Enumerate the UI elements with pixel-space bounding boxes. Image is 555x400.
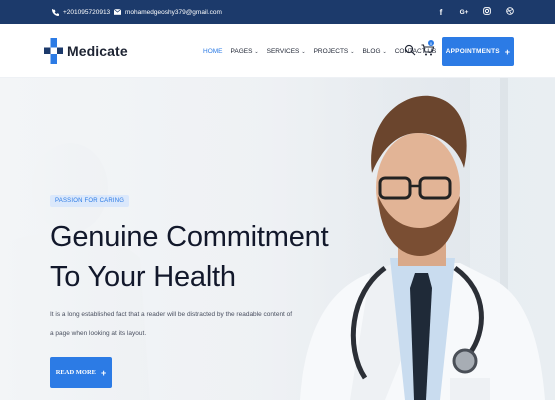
hero-description: It is a long established fact that a rea… (50, 311, 293, 337)
appointments-button[interactable]: APPOINTMENTS + (442, 37, 514, 66)
brand-logo[interactable]: Medicate (44, 38, 128, 64)
hero-title-line2: To Your Health (50, 261, 236, 293)
phone-icon (52, 8, 59, 16)
nav-label: PAGES (230, 48, 253, 55)
medical-cross-icon (44, 38, 63, 64)
cart-count-badge: 0 (428, 40, 434, 46)
read-more-button[interactable]: READ MORE + (50, 357, 112, 388)
email-contact[interactable]: mohamedgeoshy379@gmail.com (114, 0, 222, 24)
phone-number: +201095720913 (63, 8, 111, 16)
email-address: mohamedgeoshy379@gmail.com (125, 8, 222, 16)
read-more-label: READ MORE (55, 369, 96, 376)
dribbble-icon[interactable] (505, 7, 515, 17)
google-plus-icon[interactable]: G+ (459, 9, 469, 16)
social-links: f G+ (436, 0, 515, 24)
instagram-icon[interactable] (482, 7, 492, 17)
nav-label: HOME (203, 48, 223, 55)
appointments-label: APPOINTMENTS (445, 48, 500, 55)
hero-tag-badge: PASSION FOR CARING (50, 195, 130, 207)
chevron-down-icon: ⌄ (254, 48, 259, 55)
nav-item-services[interactable]: SERVICES ⌄ (267, 48, 306, 55)
search-icon[interactable] (404, 43, 416, 56)
brand-name: Medicate (67, 43, 128, 59)
nav-item-pages[interactable]: PAGES ⌄ (231, 48, 259, 55)
hero-banner: PASSION FOR CARING Genuine Commitment To… (0, 78, 555, 400)
nav-item-home[interactable]: HOME (203, 48, 223, 55)
chevron-down-icon: ⌄ (382, 48, 387, 55)
top-bar: +201095720913 mohamedgeoshy379@gmail.com… (0, 0, 555, 24)
hero-title-line1: Genuine Commitment (50, 221, 329, 253)
hero-title: Genuine Commitment To Your Health (50, 217, 329, 297)
main-nav: HOME PAGES ⌄ SERVICES ⌄ PROJECTS ⌄ BLOG … (203, 48, 436, 55)
plus-icon: + (504, 46, 511, 57)
nav-item-blog[interactable]: BLOG ⌄ (362, 48, 386, 55)
doctor-portrait-image (300, 95, 545, 400)
chevron-down-icon: ⌄ (301, 48, 306, 55)
nav-label: PROJECTS (313, 48, 349, 55)
envelope-icon (114, 9, 121, 15)
nav-item-projects[interactable]: PROJECTS ⌄ (314, 48, 355, 55)
facebook-icon[interactable]: f (436, 8, 446, 17)
chevron-down-icon: ⌄ (350, 48, 355, 55)
nav-label: BLOG (362, 48, 381, 55)
phone-contact[interactable]: +201095720913 (52, 0, 110, 24)
nav-label: SERVICES (266, 48, 300, 55)
plus-icon: + (101, 367, 107, 378)
